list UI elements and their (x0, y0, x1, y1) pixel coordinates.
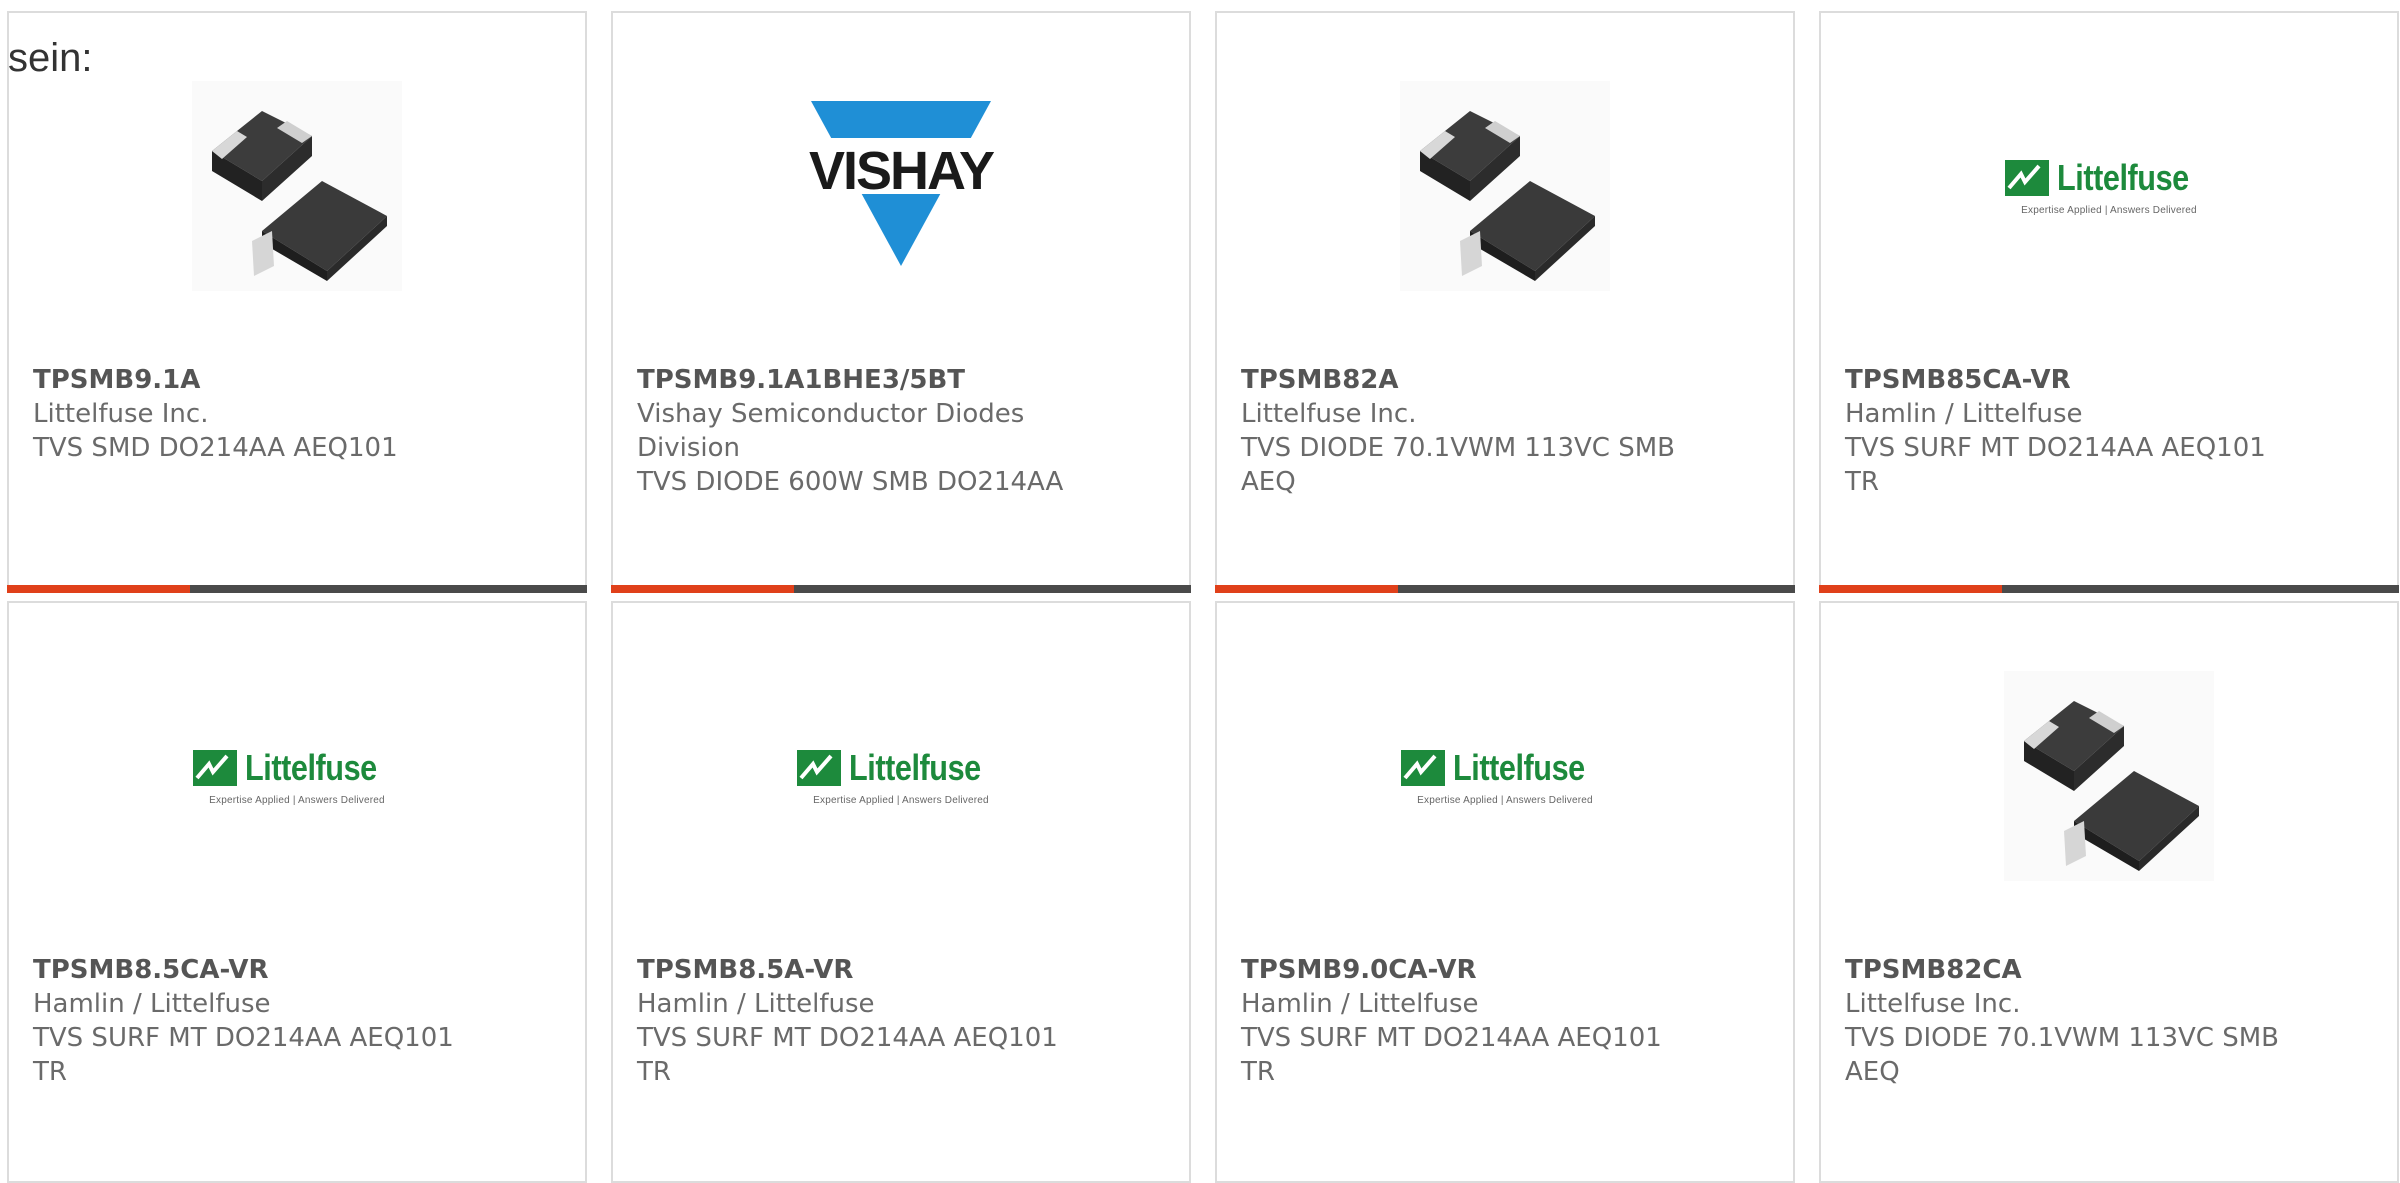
manufacturer: Hamlin / Littelfuse (1241, 989, 1479, 1019)
vishay-logo-text: VISHAY (808, 141, 995, 201)
description: TVS SURF MT DO214AA AEQ101 TR (1845, 433, 2266, 497)
part-number[interactable]: TPSMB82CA (1845, 953, 2285, 987)
part-number[interactable]: TPSMB8.5A-VR (637, 953, 1077, 987)
part-number[interactable]: TPSMB82A (1241, 363, 1681, 397)
smb-diode-package-icon (2004, 671, 2214, 881)
product-image: VISHAY (613, 81, 1189, 291)
littelfuse-logo-text: Littelfuse (1453, 746, 1586, 788)
product-card[interactable]: Littelfuse Expertise Applied | Answers D… (7, 601, 587, 1183)
description: TVS DIODE 70.1VWM 113VC SMB AEQ (1845, 1023, 2279, 1087)
vishay-logo-icon: VISHAY (796, 96, 1006, 276)
product-image (1821, 671, 2397, 881)
part-number[interactable]: TPSMB85CA-VR (1845, 363, 2285, 397)
littelfuse-logo-text: Littelfuse (245, 746, 378, 788)
product-card[interactable]: TPSMB82A Littelfuse Inc. TVS DIODE 70.1V… (1215, 11, 1795, 593)
product-image: Littelfuse Expertise Applied | Answers D… (1821, 81, 2397, 291)
product-grid: TPSMB9.1A Littelfuse Inc. TVS SMD DO214A… (0, 0, 2400, 1183)
product-image: Littelfuse Expertise Applied | Answers D… (9, 671, 585, 881)
manufacturer: Hamlin / Littelfuse (637, 989, 875, 1019)
littelfuse-logo-icon: Littelfuse Expertise Applied | Answers D… (2005, 157, 2212, 216)
part-number[interactable]: TPSMB8.5CA-VR (33, 953, 473, 987)
manufacturer: Hamlin / Littelfuse (33, 989, 271, 1019)
part-number[interactable]: TPSMB9.0CA-VR (1241, 953, 1681, 987)
description: TVS SURF MT DO214AA AEQ101 TR (637, 1023, 1058, 1087)
description: TVS DIODE 600W SMB DO214AA (637, 467, 1064, 497)
part-number[interactable]: TPSMB9.1A (33, 363, 473, 397)
product-card[interactable]: VISHAY TPSMB9.1A1BHE3/5BT Vishay Semicon… (611, 11, 1191, 593)
card-accent-bar (7, 585, 587, 593)
product-card[interactable]: Littelfuse Expertise Applied | Answers D… (1215, 601, 1795, 1183)
intro-text: sein: (8, 36, 93, 80)
product-card[interactable]: TPSMB9.1A Littelfuse Inc. TVS SMD DO214A… (7, 11, 587, 593)
description: TVS DIODE 70.1VWM 113VC SMB AEQ (1241, 433, 1675, 497)
littelfuse-tagline: Expertise Applied | Answers Delivered (209, 794, 385, 806)
manufacturer: Hamlin / Littelfuse (1845, 399, 2083, 429)
product-image (9, 81, 585, 291)
product-image: Littelfuse Expertise Applied | Answers D… (1217, 671, 1793, 881)
littelfuse-logo-icon: Littelfuse Expertise Applied | Answers D… (797, 747, 1004, 806)
manufacturer: Littelfuse Inc. (33, 399, 209, 429)
card-accent-bar (611, 585, 1191, 593)
littelfuse-logo-icon: Littelfuse Expertise Applied | Answers D… (193, 747, 400, 806)
littelfuse-tagline: Expertise Applied | Answers Delivered (2021, 204, 2197, 216)
card-accent-bar (1819, 585, 2399, 593)
littelfuse-logo-text: Littelfuse (2057, 156, 2190, 198)
littelfuse-tagline: Expertise Applied | Answers Delivered (813, 794, 989, 806)
card-accent-bar (1215, 585, 1795, 593)
littelfuse-logo-icon: Littelfuse Expertise Applied | Answers D… (1401, 747, 1608, 806)
product-card[interactable]: Littelfuse Expertise Applied | Answers D… (611, 601, 1191, 1183)
littelfuse-logo-text: Littelfuse (849, 746, 982, 788)
product-image: Littelfuse Expertise Applied | Answers D… (613, 671, 1189, 881)
product-card[interactable]: Littelfuse Expertise Applied | Answers D… (1819, 11, 2399, 593)
product-card[interactable]: TPSMB82CA Littelfuse Inc. TVS DIODE 70.1… (1819, 601, 2399, 1183)
product-image (1217, 81, 1793, 291)
manufacturer: Littelfuse Inc. (1241, 399, 1417, 429)
littelfuse-tagline: Expertise Applied | Answers Delivered (1417, 794, 1593, 806)
manufacturer: Vishay Semiconductor Diodes Division (637, 399, 1025, 463)
part-number[interactable]: TPSMB9.1A1BHE3/5BT (637, 363, 1077, 397)
description: TVS SMD DO214AA AEQ101 (33, 433, 398, 463)
smb-diode-package-icon (1400, 81, 1610, 291)
description: TVS SURF MT DO214AA AEQ101 TR (1241, 1023, 1662, 1087)
manufacturer: Littelfuse Inc. (1845, 989, 2021, 1019)
smb-diode-package-icon (192, 81, 402, 291)
description: TVS SURF MT DO214AA AEQ101 TR (33, 1023, 454, 1087)
